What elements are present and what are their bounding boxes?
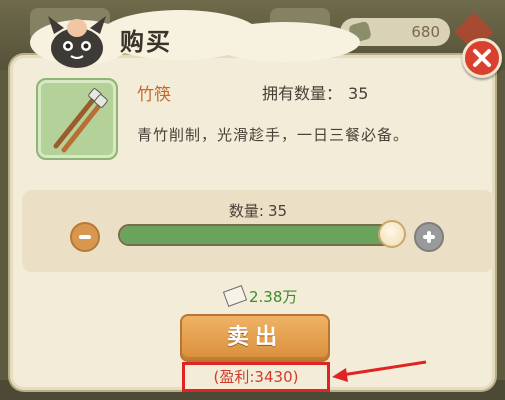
- dialog-header: 购买: [20, 0, 490, 70]
- item-name: 竹筷: [137, 85, 171, 105]
- quantity-panel: 数量: 35: [22, 190, 494, 272]
- close-icon: [473, 49, 491, 67]
- slider-handle[interactable]: [378, 220, 406, 248]
- quantity-value: 35: [267, 202, 288, 220]
- mascot-icon: [48, 16, 106, 68]
- slider-fill: [120, 226, 394, 244]
- quantity-label-text: 数量:: [228, 202, 264, 220]
- close-button[interactable]: [462, 38, 502, 78]
- dialog-title: 购买: [120, 28, 172, 56]
- banknote-icon: [222, 285, 248, 307]
- owned-value: 35: [348, 84, 369, 103]
- profit-annotation: (盈利:3430): [182, 362, 330, 392]
- owned-label: 拥有数量：: [262, 84, 343, 103]
- quantity-slider[interactable]: [118, 224, 396, 246]
- item-description: 青竹削制，光滑趁手，一日三餐必备。: [137, 126, 410, 144]
- quantity-label: 数量: 35: [22, 200, 494, 221]
- item-icon-frame: [36, 78, 118, 160]
- cloud-decoration: [210, 22, 360, 62]
- arrow-annotation-icon: [332, 360, 427, 382]
- owned-quantity: 拥有数量： 35: [262, 80, 368, 104]
- decrease-button[interactable]: [70, 222, 100, 252]
- increase-button[interactable]: [414, 222, 444, 252]
- chopsticks-icon: [53, 88, 108, 153]
- price-display: 2.38万: [222, 285, 298, 307]
- price-value: 2.38万: [249, 288, 298, 306]
- sell-button[interactable]: 卖出: [180, 314, 330, 362]
